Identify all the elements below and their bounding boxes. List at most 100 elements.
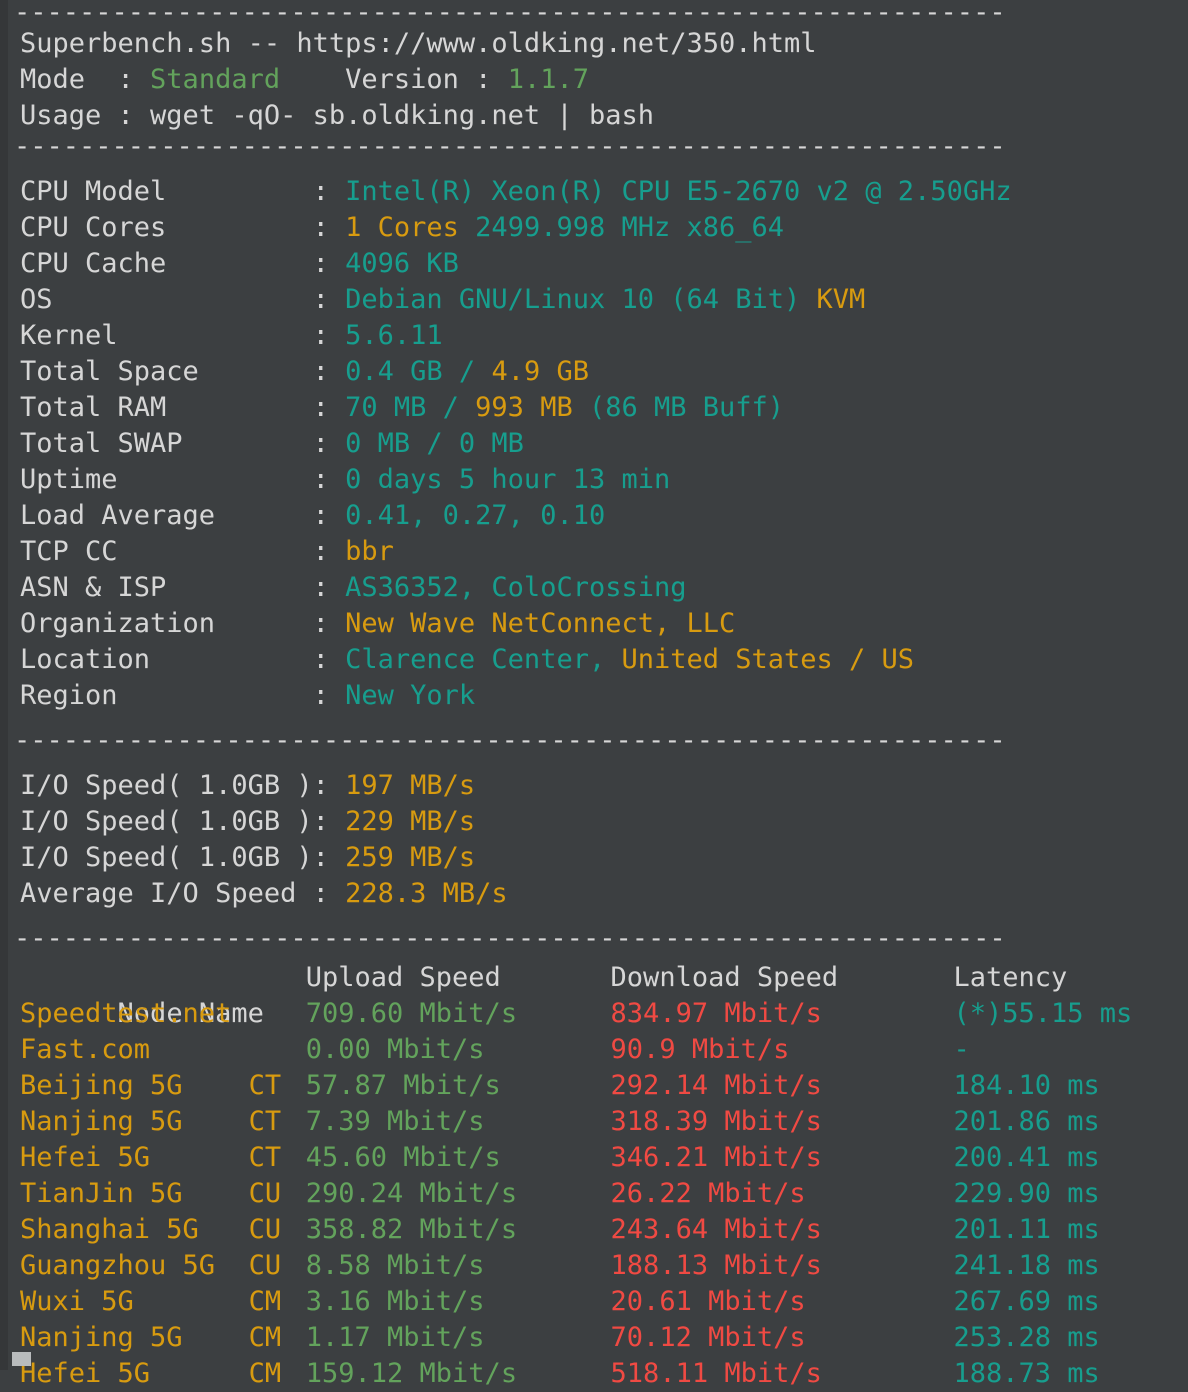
separator-after-header: ----------------------------------------…	[0, 134, 1188, 160]
mode-label: Mode :	[20, 64, 151, 95]
node-name-cell: Wuxi 5G	[20, 1286, 134, 1317]
spacer-sysinfo-bottom	[0, 714, 1188, 728]
mode-value: Standard	[150, 64, 281, 95]
sysinfo-value: 4.9 GB	[491, 356, 589, 387]
upload-speed-cell: 8.58 Mbit/s	[305, 1250, 485, 1281]
sysinfo-separator: :	[312, 500, 346, 531]
sysinfo-row: Kernel : 5.6.11	[0, 318, 1188, 354]
isp-cell: CM	[248, 1286, 282, 1317]
upload-speed-cell: 358.82 Mbit/s	[305, 1214, 518, 1245]
sysinfo-label: Region	[20, 680, 313, 711]
speedtest-row: Guangzhou 5G CU 8.58 Mbit/s 188.13 Mbit/s 24…	[0, 1248, 1188, 1284]
sysinfo-row: OS : Debian GNU/Linux 10 (64 Bit) KVM	[0, 282, 1188, 318]
sysinfo-label: CPU Cores	[20, 212, 313, 243]
latency-cell: 201.86 ms	[953, 1106, 1100, 1137]
sysinfo-separator: :	[312, 176, 346, 207]
sysinfo-separator: :	[312, 680, 346, 711]
separator-rule: ----------------------------------------…	[14, 926, 1006, 952]
sysinfo-row: Total RAM : 70 MB / 993 MB (86 MB Buff)	[0, 390, 1188, 426]
io-speed-row: I/O Speed( 1.0GB ): 197 MB/s	[0, 768, 1188, 804]
sysinfo-value: bbr	[345, 536, 394, 567]
sysinfo-value: United States / US	[621, 644, 915, 675]
sysinfo-separator: :	[312, 212, 346, 243]
download-speed-cell: 292.14 Mbit/s	[610, 1070, 822, 1101]
header-mode-line: Mode : Standard Version : 1.1.7	[0, 62, 1188, 98]
sysinfo-separator: :	[312, 608, 346, 639]
download-speed-cell: 70.12 Mbit/s	[610, 1322, 806, 1353]
isp-cell: CM	[248, 1358, 282, 1389]
io-speed-value: 228.3 MB/s	[345, 878, 508, 909]
node-name-cell: Nanjing 5G	[20, 1106, 183, 1137]
download-speed-cell: 518.11 Mbit/s	[610, 1358, 822, 1389]
download-speed-cell: 243.64 Mbit/s	[610, 1214, 822, 1245]
latency-cell: (*)55.15 ms	[953, 998, 1133, 1029]
upload-speed-cell: 57.87 Mbit/s	[305, 1070, 501, 1101]
sysinfo-value: 0.4 GB /	[345, 356, 492, 387]
sysinfo-value: New Wave NetConnect, LLC	[345, 608, 736, 639]
header-title-line: Superbench.sh -- https://www.oldking.net…	[0, 26, 1188, 62]
sysinfo-value: AS36352, ColoCrossing	[345, 572, 687, 603]
upload-speed-cell: 1.17 Mbit/s	[305, 1322, 485, 1353]
sysinfo-row: Region : New York	[0, 678, 1188, 714]
speedtest-table: Speedtest.net 709.60 Mbit/s 834.97 Mbit/s (…	[0, 996, 1188, 1392]
speedtest-row: Hefei 5G CM 159.12 Mbit/s 518.11 Mbit/s 188.…	[0, 1356, 1188, 1392]
sysinfo-label: CPU Cache	[20, 248, 313, 279]
isp-cell: CU	[248, 1178, 282, 1209]
spacer-sysinfo-top	[0, 160, 1188, 174]
sysinfo-value: 993 MB	[475, 392, 573, 423]
sysinfo-separator: :	[312, 644, 346, 675]
sysinfo-row: ASN & ISP : AS36352, ColoCrossing	[0, 570, 1188, 606]
version-value: 1.1.7	[507, 64, 589, 95]
isp-cell: CT	[248, 1070, 282, 1101]
col-upload-speed-header: Upload Speed	[305, 962, 501, 993]
node-name-cell: Guangzhou 5G	[20, 1250, 216, 1281]
separator-rule: ----------------------------------------…	[14, 728, 1006, 754]
spacer-io-bottom	[0, 912, 1188, 926]
isp-cell: CM	[248, 1322, 282, 1353]
node-name-cell: Hefei 5G	[20, 1358, 151, 1389]
speedtest-row: TianJin 5G CU 290.24 Mbit/s 26.22 Mbit/s 229…	[0, 1176, 1188, 1212]
io-speed-value: 259 MB/s	[345, 842, 476, 873]
sysinfo-value: New York	[345, 680, 476, 711]
upload-speed-cell: 159.12 Mbit/s	[305, 1358, 518, 1389]
latency-cell: 229.90 ms	[953, 1178, 1100, 1209]
spacer-speedtest-top	[0, 952, 1188, 960]
usage-value: wget -qO- sb.oldking.net | bash	[150, 100, 654, 131]
sysinfo-separator: :	[312, 392, 346, 423]
latency-cell: 184.10 ms	[953, 1070, 1100, 1101]
sysinfo-value: 4096 KB	[345, 248, 459, 279]
sysinfo-separator: :	[312, 572, 346, 603]
download-speed-cell: 26.22 Mbit/s	[610, 1178, 806, 1209]
sysinfo-label: Load Average	[20, 500, 313, 531]
latency-cell: 201.11 ms	[953, 1214, 1100, 1245]
sysinfo-row: Total SWAP : 0 MB / 0 MB	[0, 426, 1188, 462]
io-speed-separator: :	[312, 842, 346, 873]
download-speed-cell: 188.13 Mbit/s	[610, 1250, 822, 1281]
latency-cell: 241.18 ms	[953, 1250, 1100, 1281]
sysinfo-separator: :	[312, 464, 346, 495]
download-speed-cell: 834.97 Mbit/s	[610, 998, 822, 1029]
isp-cell: CU	[248, 1214, 282, 1245]
io-speed-separator: :	[312, 878, 346, 909]
io-speed-label: I/O Speed( 1.0GB )	[20, 770, 313, 801]
latency-cell: 188.73 ms	[953, 1358, 1100, 1389]
speedtest-row: Shanghai 5G CU 358.82 Mbit/s 243.64 Mbit/s 2…	[0, 1212, 1188, 1248]
terminal-screen: ----------------------------------------…	[0, 0, 1188, 1389]
sysinfo-label: ASN & ISP	[20, 572, 313, 603]
sysinfo-value: KVM	[816, 284, 866, 315]
node-name-cell: Hefei 5G	[20, 1142, 151, 1173]
io-speed-separator: :	[312, 806, 346, 837]
download-speed-cell: 318.39 Mbit/s	[610, 1106, 822, 1137]
io-speed-label: I/O Speed( 1.0GB )	[20, 842, 313, 873]
io-speed-label: I/O Speed( 1.0GB )	[20, 806, 313, 837]
io-speed-row: Average I/O Speed : 228.3 MB/s	[0, 876, 1188, 912]
speedtest-row: Hefei 5G CT 45.60 Mbit/s 346.21 Mbit/s 200.4…	[0, 1140, 1188, 1176]
separator-rule: ----------------------------------------…	[14, 134, 1006, 160]
col-latency-header: Latency	[953, 962, 1068, 993]
speedtest-row: Fast.com 0.00 Mbit/s 90.9 Mbit/s -	[0, 1032, 1188, 1068]
sysinfo-label: Total SWAP	[20, 428, 313, 459]
upload-speed-cell: 3.16 Mbit/s	[305, 1286, 485, 1317]
sysinfo-row: CPU Cache : 4096 KB	[0, 246, 1188, 282]
download-speed-cell: 20.61 Mbit/s	[610, 1286, 806, 1317]
download-speed-cell: 90.9 Mbit/s	[610, 1034, 790, 1065]
